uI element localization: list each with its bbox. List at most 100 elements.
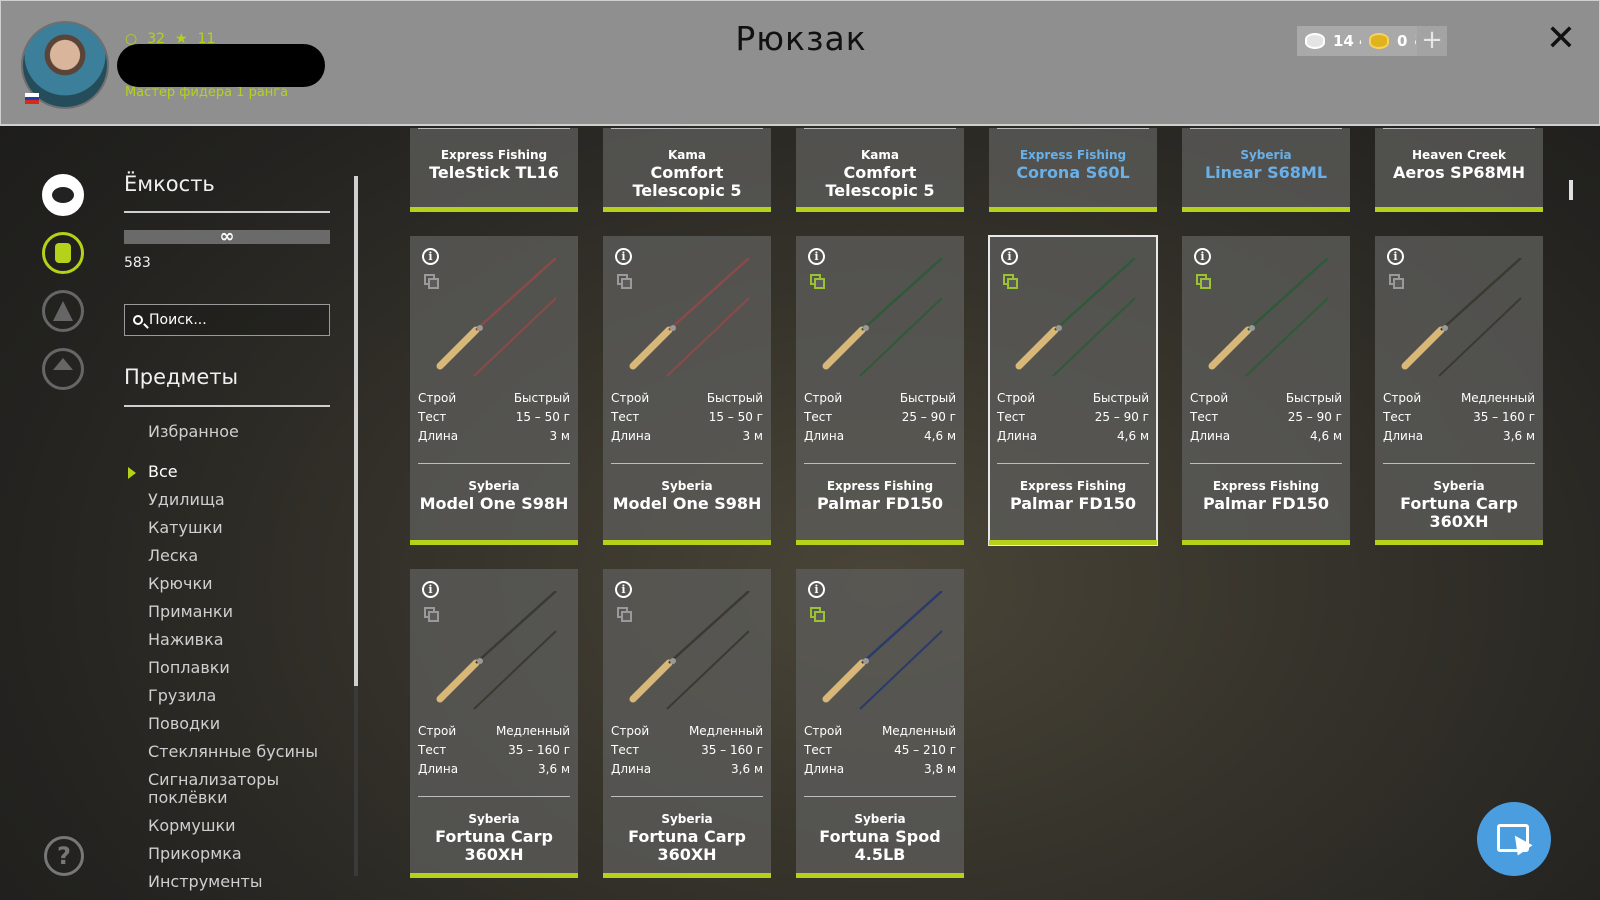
grid-scrollbar[interactable] bbox=[1569, 180, 1573, 200]
help-button[interactable]: ? bbox=[44, 836, 84, 876]
spec-row: Строй Медленный bbox=[418, 722, 570, 741]
item-brand: Kama bbox=[668, 148, 706, 162]
card-underline bbox=[989, 207, 1157, 212]
rod-card[interactable]: i Строй Медленный Тест 35 – 160 г Длина 3,6 мS… bbox=[1375, 236, 1543, 545]
card-divider bbox=[1190, 128, 1342, 129]
spec-value: 4,6 м bbox=[1117, 429, 1149, 443]
items-divider bbox=[124, 405, 330, 407]
spec-value: 35 – 160 г bbox=[508, 743, 570, 757]
search-input[interactable] bbox=[149, 312, 319, 328]
category-item[interactable]: Прикормка bbox=[124, 840, 330, 868]
spec-value: Медленный bbox=[1460, 391, 1535, 405]
rod-card[interactable]: i Строй Быстрый Тест 25 – 90 г Длина 4,6 м Expr… bbox=[796, 236, 964, 545]
item-card[interactable]: Express Fishing TeleStick TL16 bbox=[410, 128, 578, 212]
spec-row: Строй Быстрый bbox=[418, 389, 570, 408]
card-divider bbox=[804, 128, 956, 129]
home-tab-icon[interactable] bbox=[42, 348, 84, 390]
spec-row: Длина 3 м bbox=[418, 427, 570, 446]
rod-card[interactable]: i Строй Быстрый Тест 25 – 90 г Длина 4,6 м Expr… bbox=[1182, 236, 1350, 545]
card-divider bbox=[997, 128, 1149, 129]
rod-specs: Строй Быстрый Тест 25 – 90 г Длина 4,6 м bbox=[997, 389, 1149, 446]
spec-row: Строй Медленный bbox=[611, 722, 763, 741]
search-box[interactable] bbox=[124, 304, 330, 336]
rod-card[interactable]: i Строй Быстрый Тест 15 – 50 г Длина 3 м Syberi… bbox=[410, 236, 578, 545]
spec-label: Строй bbox=[418, 724, 457, 738]
spec-value: 15 – 50 г bbox=[515, 410, 570, 424]
capacity-divider bbox=[124, 211, 330, 213]
spec-row: Тест 35 – 160 г bbox=[611, 741, 763, 760]
rod-image bbox=[1200, 257, 1340, 378]
cursor-mode-button[interactable] bbox=[1477, 802, 1551, 876]
item-brand: Heaven Creek bbox=[1412, 148, 1506, 162]
close-button[interactable]: ✕ bbox=[1541, 19, 1581, 59]
item-model: Aeros SP68MH bbox=[1392, 163, 1526, 182]
items-title: Предметы bbox=[124, 365, 239, 389]
spec-row: Тест 45 – 210 г bbox=[804, 741, 956, 760]
item-model: Linear S68ML bbox=[1204, 163, 1328, 182]
rod-card[interactable]: i Строй Быстрый Тест 15 – 50 г Длина 3 м Syberi… bbox=[603, 236, 771, 545]
item-card[interactable]: Express Fishing Corona S60L bbox=[989, 128, 1157, 212]
capacity-bar: ∞ bbox=[124, 228, 330, 246]
spec-value: Быстрый bbox=[706, 391, 763, 405]
category-item[interactable]: Сигнализаторы поклёвки bbox=[124, 766, 330, 812]
spec-value: 3,6 м bbox=[731, 762, 763, 776]
rod-card[interactable]: i Строй Быстрый Тест 25 – 90 г Длина 4,6 м Expr… bbox=[988, 235, 1158, 546]
spec-value: 25 – 90 г bbox=[1094, 410, 1149, 424]
item-brand: Syberia bbox=[661, 812, 713, 826]
category-item[interactable]: Кормушки bbox=[124, 812, 330, 840]
spec-label: Строй bbox=[804, 391, 843, 405]
category-item[interactable]: Приманки bbox=[124, 598, 330, 626]
spec-divider bbox=[611, 463, 763, 464]
rod-image bbox=[428, 590, 568, 711]
spec-label: Тест bbox=[418, 743, 447, 757]
spec-divider bbox=[1383, 463, 1535, 464]
category-item[interactable]: Избранное bbox=[124, 418, 330, 446]
item-card[interactable]: Kama Comfort Telescopic 5 bbox=[603, 128, 771, 212]
spec-row: Строй Быстрый bbox=[1190, 389, 1342, 408]
silver-coin-icon bbox=[1305, 33, 1325, 49]
card-underline bbox=[1375, 207, 1543, 212]
spec-value: 15 – 50 г bbox=[708, 410, 763, 424]
spec-label: Длина bbox=[611, 429, 652, 443]
card-underline bbox=[796, 540, 964, 545]
category-item[interactable]: Катушки bbox=[124, 514, 330, 542]
item-card[interactable]: Heaven Creek Aeros SP68MH bbox=[1375, 128, 1543, 212]
category-item[interactable]: Грузила bbox=[124, 682, 330, 710]
rod-specs: Строй Медленный Тест 45 – 210 г Длина 3,8 м bbox=[804, 722, 956, 779]
backpack-tab-icon[interactable] bbox=[42, 232, 84, 274]
rod-card[interactable]: i Строй Медленный Тест 35 – 160 г Длина 3,6 мS… bbox=[603, 569, 771, 878]
category-item[interactable]: Крючки bbox=[124, 570, 330, 598]
category-item[interactable]: Поплавки bbox=[124, 654, 330, 682]
rod-card[interactable]: i Строй Медленный Тест 35 – 160 г Длина 3,6 мS… bbox=[410, 569, 578, 878]
spec-value: Быстрый bbox=[1092, 391, 1149, 405]
tent-tab-icon[interactable] bbox=[42, 290, 84, 332]
spec-value: Быстрый bbox=[513, 391, 570, 405]
rod-card[interactable]: i Строй Медленный Тест 45 – 210 г Длина 3,8 мS… bbox=[796, 569, 964, 878]
item-card[interactable]: Kama Comfort Telescopic 5 bbox=[796, 128, 964, 212]
spec-divider bbox=[1190, 463, 1342, 464]
spec-label: Тест bbox=[997, 410, 1026, 424]
spec-label: Тест bbox=[1190, 410, 1219, 424]
category-scrollbar[interactable] bbox=[354, 176, 358, 686]
spec-row: Длина 3,6 м bbox=[1383, 427, 1535, 446]
item-card[interactable]: Syberia Linear S68ML bbox=[1182, 128, 1350, 212]
spec-label: Строй bbox=[1383, 391, 1422, 405]
category-item[interactable]: Наживка bbox=[124, 626, 330, 654]
item-brand: Syberia bbox=[468, 479, 520, 493]
spec-value: 25 – 90 г bbox=[1287, 410, 1342, 424]
category-item[interactable]: Стеклянные бусины bbox=[124, 738, 330, 766]
spec-value: 3,6 м bbox=[1503, 429, 1535, 443]
category-item[interactable]: Удилища bbox=[124, 486, 330, 514]
category-item[interactable]: Леска bbox=[124, 542, 330, 570]
spec-value: 35 – 160 г bbox=[1473, 410, 1535, 424]
item-brand: Express Fishing bbox=[1019, 479, 1127, 493]
add-currency-button[interactable]: + bbox=[1417, 26, 1447, 56]
fish-tab-icon[interactable] bbox=[42, 174, 84, 216]
category-item[interactable]: Поводки bbox=[124, 710, 330, 738]
rod-specs: Строй Быстрый Тест 25 – 90 г Длина 4,6 м bbox=[804, 389, 956, 446]
item-brand: Express Fishing bbox=[440, 148, 548, 162]
category-item[interactable]: Все bbox=[124, 458, 330, 486]
gold-balance: 0 bbox=[1361, 26, 1416, 56]
spec-label: Тест bbox=[611, 743, 640, 757]
category-item[interactable]: Инструменты bbox=[124, 868, 330, 896]
